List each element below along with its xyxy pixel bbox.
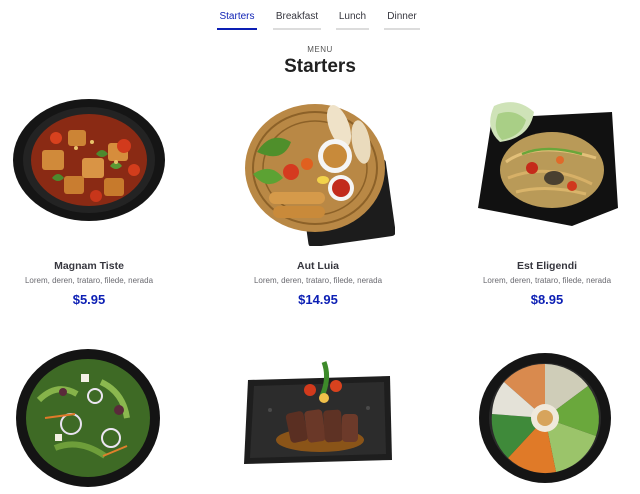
- tab-starters[interactable]: Starters: [217, 10, 257, 30]
- tab-dinner[interactable]: Dinner: [384, 10, 420, 30]
- dish-image-beef-slate[interactable]: [240, 360, 396, 468]
- dish-name: Aut Luia: [297, 260, 339, 272]
- dish-name: Est Eligendi: [516, 260, 578, 272]
- dish-description: Lorem, deren, trataro, filede, nerada: [24, 276, 154, 285]
- dish-price: $8.95: [530, 292, 564, 307]
- dish-image-aut-luia[interactable]: [243, 102, 395, 246]
- tab-lunch[interactable]: Lunch: [336, 10, 369, 30]
- dish-image-poke-bowl[interactable]: [478, 352, 612, 484]
- dish-name: Magnam Tiste: [54, 260, 124, 272]
- dish-price: $5.95: [72, 292, 106, 307]
- dish-image-magnam-tiste[interactable]: [12, 98, 166, 222]
- menu-tabs: Starters Breakfast Lunch Dinner: [0, 0, 640, 34]
- dish-price: $14.95: [298, 292, 338, 307]
- tab-breakfast[interactable]: Breakfast: [273, 10, 321, 30]
- menu-subtitle: MENU: [307, 45, 333, 54]
- dish-image-green-salad[interactable]: [15, 348, 161, 488]
- section-title: Starters: [284, 56, 356, 77]
- dish-description: Lorem, deren, trataro, filede, nerada: [482, 276, 612, 285]
- dish-description: Lorem, deren, trataro, filede, nerada: [253, 276, 383, 285]
- dish-image-est-eligendi[interactable]: [472, 98, 622, 230]
